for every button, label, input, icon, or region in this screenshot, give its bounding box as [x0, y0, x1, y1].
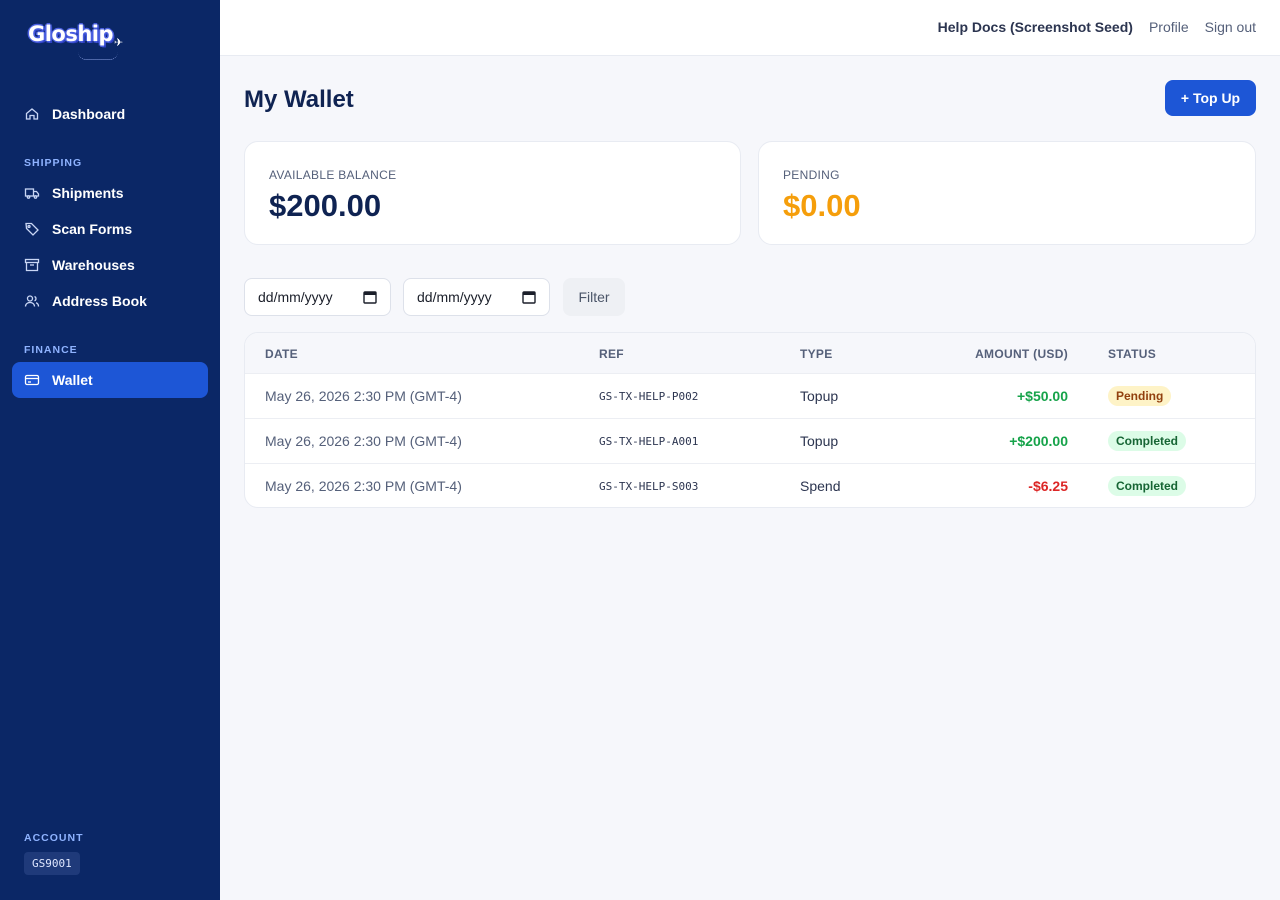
sign-out-link[interactable]: Sign out [1205, 19, 1256, 35]
pending-value: $0.00 [783, 188, 861, 223]
sidebar-item-scan-forms[interactable]: Scan Forms [12, 211, 208, 247]
transactions-table: DATE REF TYPE AMOUNT (USD) STATUS May 26… [244, 332, 1256, 508]
row-amount: -$6.25 [1028, 478, 1068, 494]
sidebar-item-label: Address Book [52, 293, 147, 309]
status-badge: Completed [1108, 431, 1187, 451]
users-icon [24, 293, 40, 309]
account-id-badge: GS9001 [24, 852, 80, 875]
truck-icon [24, 185, 40, 201]
sidebar-item-wallet[interactable]: Wallet [12, 362, 208, 398]
row-type: Topup [800, 433, 839, 449]
tag-icon [24, 221, 40, 237]
profile-link[interactable]: Profile [1149, 19, 1189, 35]
section-label-finance: FINANCE [24, 344, 78, 356]
sidebar: Gloship ✈ Dashboard SHIPPING Shipments S… [0, 0, 220, 900]
row-amount: +$200.00 [1009, 433, 1068, 449]
row-amount: +$50.00 [1017, 388, 1068, 404]
row-date: May 26, 2026 2:30 PM (GMT-4) [265, 388, 462, 404]
sidebar-item-address-book[interactable]: Address Book [12, 283, 208, 319]
row-ref: GS-TX-HELP-A001 [599, 435, 699, 448]
gloship-logo[interactable]: Gloship ✈ [28, 22, 138, 62]
from-date-placeholder: dd/mm/yyyy [258, 289, 333, 305]
table-row[interactable]: May 26, 2026 2:30 PM (GMT-4) GS-TX-HELP-… [245, 373, 1255, 418]
section-label-shipping: SHIPPING [24, 157, 83, 169]
logo-trail [78, 52, 118, 60]
top-links: Help Docs (Screenshot Seed) Profile Sign… [938, 19, 1256, 35]
table-row[interactable]: May 26, 2026 2:30 PM (GMT-4) GS-TX-HELP-… [245, 418, 1255, 463]
pending-label: PENDING [783, 168, 840, 182]
sidebar-item-shipments[interactable]: Shipments [12, 175, 208, 211]
to-date-input[interactable]: dd/mm/yyyy [403, 278, 550, 316]
balance-label: AVAILABLE BALANCE [269, 168, 397, 182]
sidebar-item-label: Warehouses [52, 257, 135, 273]
sidebar-item-warehouses[interactable]: Warehouses [12, 247, 208, 283]
status-badge: Completed [1108, 476, 1187, 496]
home-icon [24, 106, 40, 122]
table-row[interactable]: May 26, 2026 2:30 PM (GMT-4) GS-TX-HELP-… [245, 463, 1255, 507]
row-date: May 26, 2026 2:30 PM (GMT-4) [265, 478, 462, 494]
credit-card-icon [24, 372, 40, 388]
page-title: My Wallet [244, 86, 354, 113]
sidebar-item-label: Dashboard [52, 106, 126, 122]
sidebar-item-label: Scan Forms [52, 221, 133, 237]
logo-text: Gloship [28, 22, 114, 46]
calendar-icon[interactable] [522, 290, 536, 304]
row-type: Spend [800, 478, 841, 494]
row-date: May 26, 2026 2:30 PM (GMT-4) [265, 433, 462, 449]
sidebar-item-label: Wallet [52, 372, 93, 388]
header-ref: REF [599, 347, 624, 361]
sidebar-item-label: Shipments [52, 185, 124, 201]
from-date-input[interactable]: dd/mm/yyyy [244, 278, 391, 316]
filter-button[interactable]: Filter [563, 278, 625, 316]
pending-card: PENDING $0.00 [758, 141, 1256, 245]
sidebar-item-dashboard[interactable]: Dashboard [12, 96, 208, 132]
user-name: Help Docs (Screenshot Seed) [937, 19, 1133, 35]
top-bar: Help Docs (Screenshot Seed) Profile Sign… [220, 0, 1280, 56]
header-type: TYPE [800, 347, 833, 361]
header-date: DATE [265, 347, 298, 361]
header-status: STATUS [1108, 347, 1157, 361]
top-up-button[interactable]: + Top Up [1165, 80, 1256, 116]
header-amount: AMOUNT (USD) [975, 347, 1068, 361]
status-badge: Pending [1108, 386, 1172, 406]
archive-icon [24, 257, 40, 273]
to-date-placeholder: dd/mm/yyyy [417, 289, 492, 305]
airplane-icon: ✈ [114, 37, 124, 49]
row-type: Topup [800, 388, 839, 404]
row-ref: GS-TX-HELP-S003 [599, 480, 699, 493]
section-label-account: ACCOUNT [24, 832, 84, 844]
row-ref: GS-TX-HELP-P002 [599, 390, 699, 403]
balance-value: $200.00 [269, 188, 382, 223]
table-header: DATE REF TYPE AMOUNT (USD) STATUS [245, 333, 1255, 373]
available-balance-card: AVAILABLE BALANCE $200.00 [244, 141, 741, 245]
calendar-icon[interactable] [363, 290, 377, 304]
